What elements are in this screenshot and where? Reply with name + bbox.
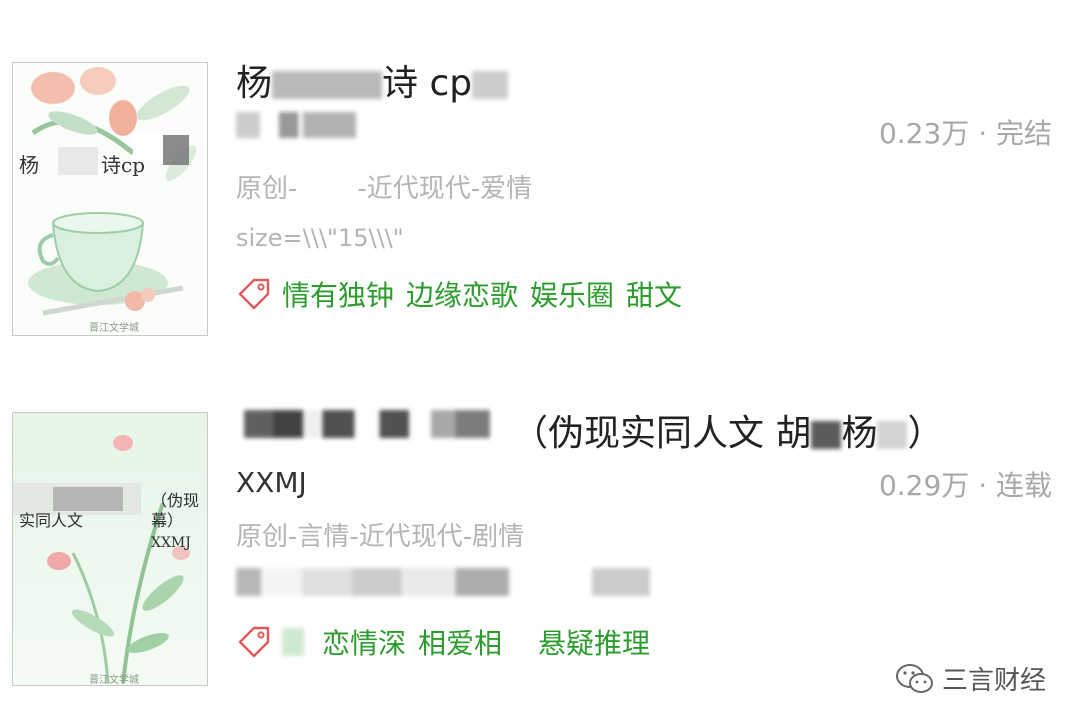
cover-art xyxy=(13,63,207,335)
category-suffix: -近代现代-爱情 xyxy=(357,174,533,204)
tag[interactable]: 边缘恋歌 xyxy=(406,274,518,314)
tag[interactable]: 娱乐圈 xyxy=(530,274,614,314)
wechat-icon xyxy=(895,663,933,693)
redacted-block xyxy=(282,628,304,656)
cover-line-2: 幕） xyxy=(151,511,184,530)
redacted-block xyxy=(811,421,842,449)
title-end: ） xyxy=(907,413,944,454)
book-category: 原创-言情-近代现代-剧情 xyxy=(236,522,525,552)
redacted-title xyxy=(244,410,490,438)
book-author[interactable]: XXMJ xyxy=(236,466,307,499)
cover-title-b: 诗cp xyxy=(101,153,146,177)
tag-icon xyxy=(238,626,270,658)
redacted-description xyxy=(236,568,650,596)
book-title[interactable]: （伪现实同人文 胡杨 ） xyxy=(512,404,943,456)
cover-author: XXMJ xyxy=(151,535,191,551)
book-stats: 0.29万 · 连载 xyxy=(878,469,1052,502)
source-watermark: 三言财经 xyxy=(894,660,1046,697)
watermark-text: 三言财经 xyxy=(941,666,1046,696)
cover-watermark: 晋江文学城 xyxy=(89,675,139,686)
tag-row: 情有独钟 边缘恋歌 娱乐圈 甜文 xyxy=(236,274,694,314)
book-category: 原创- -近代现代-爱情 xyxy=(236,168,532,205)
redacted-block xyxy=(272,71,383,99)
tag[interactable]: 甜文 xyxy=(626,274,682,314)
book-entry[interactable]: 杨 诗cp 晋江文学城 杨 诗 cp 0.23万 · 完结 原创- -近代现代-爱情… xyxy=(0,0,1080,360)
redacted-block xyxy=(472,71,509,99)
cover-title-a: 杨 xyxy=(19,153,39,177)
book-title[interactable]: 杨 诗 cp xyxy=(236,54,509,106)
cover-watermark: 晋江文学城 xyxy=(89,323,139,334)
tag-row: 恋情深 相爱相 悬疑推理 xyxy=(236,622,662,662)
title-suffix: 诗 cp xyxy=(382,63,473,104)
tag[interactable]: 悬疑推理 xyxy=(538,622,650,662)
tag-icon xyxy=(238,278,270,310)
title-prefix: 杨 xyxy=(236,63,273,104)
redacted-block xyxy=(297,176,357,204)
book-cover[interactable]: 杨 诗cp 晋江文学城 xyxy=(12,62,208,336)
book-description: size=\\\"15\\\" xyxy=(236,224,404,252)
cover-line-1: （伪现 xyxy=(151,491,200,510)
tag[interactable]: 情有独钟 xyxy=(282,274,394,314)
redacted-author xyxy=(236,112,356,138)
book-stats: 0.23万 · 完结 xyxy=(878,117,1052,150)
cover-line-3: 实同人文 xyxy=(19,511,84,530)
title-suffix: （伪现实同人文 胡 xyxy=(512,413,812,454)
book-cover[interactable]: （伪现 实同人文 幕） XXMJ 晋江文学城 xyxy=(12,412,208,686)
category-prefix: 原创- xyxy=(236,174,298,204)
tag[interactable]: 相爱相 xyxy=(418,622,502,662)
redacted-block xyxy=(514,628,538,656)
tag[interactable]: 恋情深 xyxy=(322,622,406,662)
title-mid: 杨 xyxy=(841,413,878,454)
redacted-block xyxy=(877,421,908,449)
